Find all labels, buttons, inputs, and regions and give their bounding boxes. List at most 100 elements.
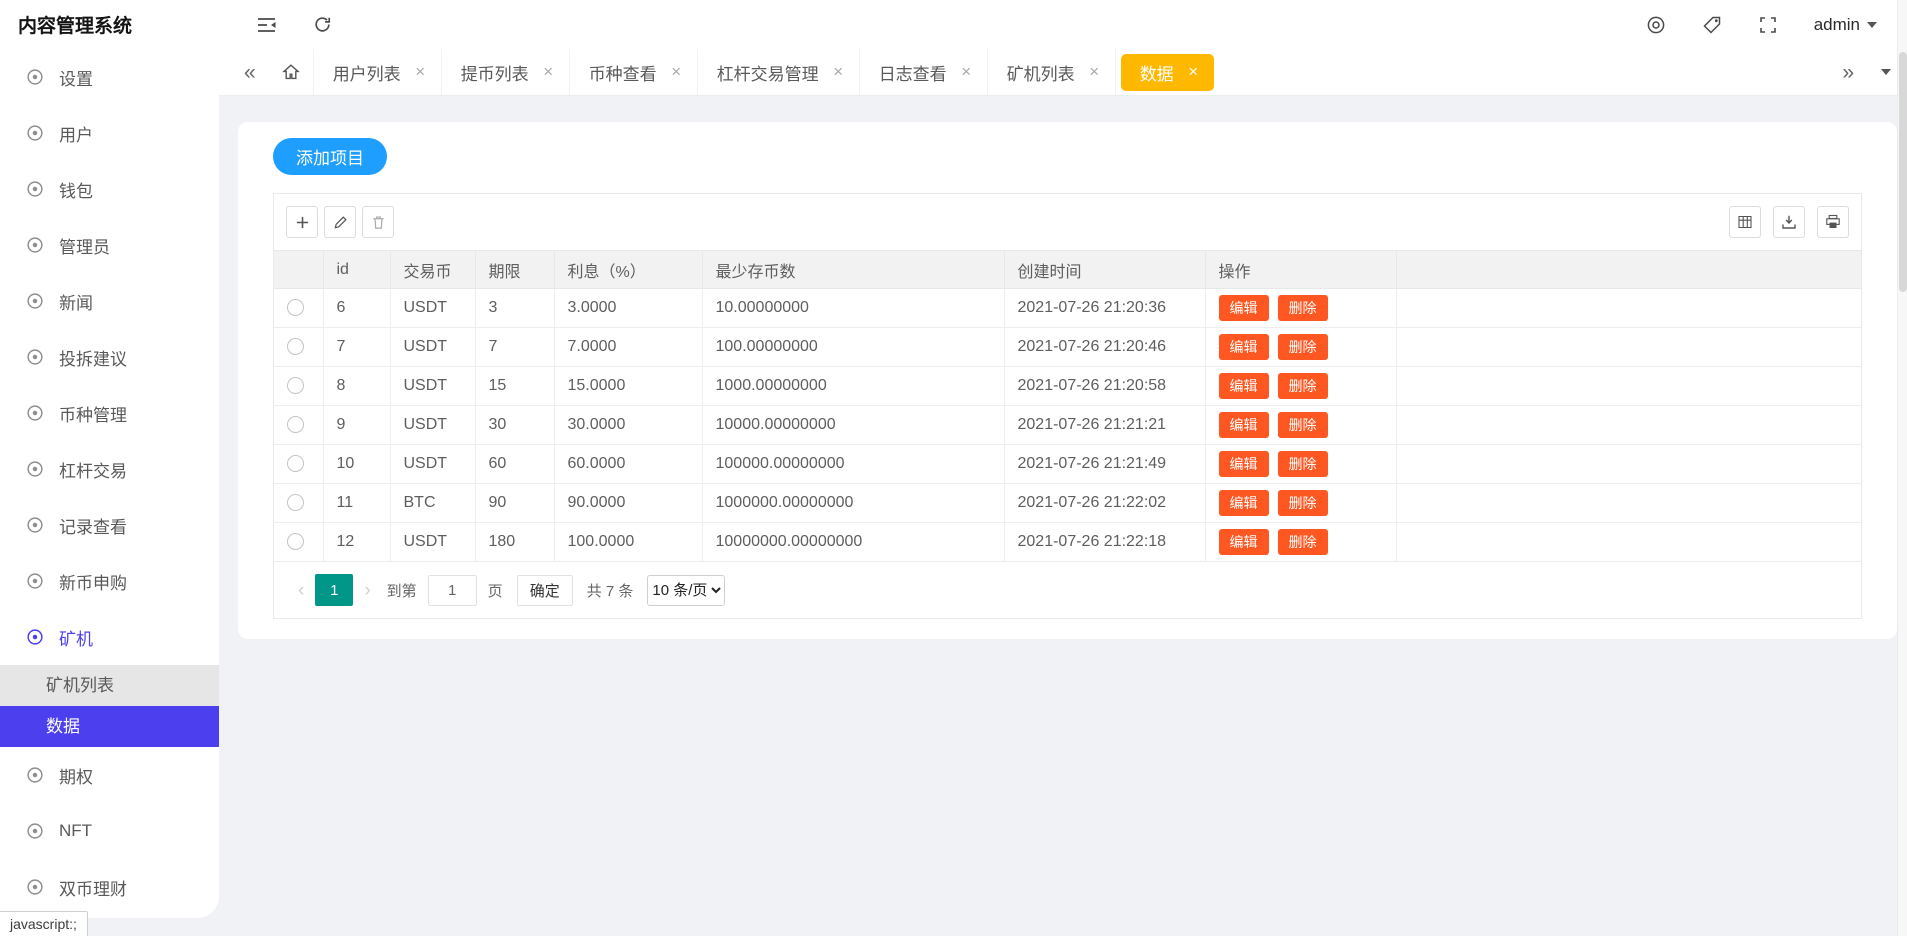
- delete-button[interactable]: 删除: [1278, 529, 1328, 555]
- add-row-button[interactable]: [286, 206, 318, 238]
- scrollbar[interactable]: [1897, 0, 1907, 936]
- edit-button[interactable]: 编辑: [1219, 490, 1269, 516]
- edit-row-button[interactable]: [324, 206, 356, 238]
- sidebar-item-label: 杠杆交易: [59, 457, 127, 482]
- tab-close-icon[interactable]: ×: [958, 64, 975, 81]
- filter-columns-button[interactable]: [1729, 206, 1761, 238]
- sidebar-item-new-coin-subscribe[interactable]: 新币申购: [0, 553, 219, 609]
- sidebar-item-settings[interactable]: 设置: [0, 49, 219, 105]
- delete-row-button[interactable]: [362, 206, 394, 238]
- sidebar-item-wallet[interactable]: 钱包: [0, 161, 219, 217]
- row-radio[interactable]: [287, 377, 304, 394]
- row-radio[interactable]: [287, 338, 304, 355]
- sidebar-item-feedback[interactable]: 投拆建议: [0, 329, 219, 385]
- sidebar-item-users[interactable]: 用户: [0, 105, 219, 161]
- table-header-created: 创建时间: [1004, 251, 1205, 289]
- tabs-scroll-right-icon[interactable]: »: [1829, 62, 1867, 83]
- add-project-button[interactable]: 添加项目: [273, 138, 387, 175]
- tab-close-icon[interactable]: ×: [668, 64, 685, 81]
- fullscreen-icon[interactable]: [1758, 15, 1778, 35]
- tabs-scroll-left-icon[interactable]: «: [231, 62, 269, 83]
- sidebar-item-coin-manage[interactable]: 币种管理: [0, 385, 219, 441]
- edit-button[interactable]: 编辑: [1219, 412, 1269, 438]
- edit-button[interactable]: 编辑: [1219, 373, 1269, 399]
- sidebar-item-label: 新闻: [59, 289, 93, 314]
- export-button[interactable]: [1773, 206, 1805, 238]
- tab-coin-view[interactable]: 币种查看×: [570, 49, 698, 95]
- delete-button[interactable]: 删除: [1278, 373, 1328, 399]
- prev-page-icon[interactable]: ‹: [287, 581, 315, 600]
- sidebar-item-admins[interactable]: 管理员: [0, 217, 219, 273]
- cell-interest: 30.0000: [554, 406, 702, 445]
- sidebar-item-leverage-trade[interactable]: 杠杆交易: [0, 441, 219, 497]
- cell-id: 6: [323, 289, 390, 328]
- sidebar-item-miner[interactable]: 矿机: [0, 609, 219, 665]
- delete-button[interactable]: 删除: [1278, 451, 1328, 477]
- next-page-icon[interactable]: ›: [353, 581, 381, 600]
- cell-interest: 60.0000: [554, 445, 702, 484]
- tab-close-icon[interactable]: ×: [1185, 64, 1202, 81]
- refresh-icon[interactable]: [313, 15, 332, 34]
- tab-leverage-manage[interactable]: 杠杆交易管理×: [698, 49, 860, 95]
- table-block: id交易币期限利息（%）最少存币数创建时间操作 6USDT33.000010.0…: [273, 193, 1862, 619]
- row-radio[interactable]: [287, 533, 304, 550]
- sidebar-item-nft[interactable]: NFT: [0, 803, 219, 859]
- edit-button[interactable]: 编辑: [1219, 334, 1269, 360]
- tab-close-icon[interactable]: ×: [830, 64, 847, 81]
- scrollbar-thumb[interactable]: [1899, 52, 1907, 292]
- cell-term: 15: [475, 367, 554, 406]
- total-count-label: 共 7 条: [587, 580, 634, 601]
- sidebar-item-options[interactable]: 期权: [0, 747, 219, 803]
- row-radio[interactable]: [287, 416, 304, 433]
- current-page-button[interactable]: 1: [315, 574, 353, 606]
- tab-close-icon[interactable]: ×: [412, 64, 429, 81]
- delete-button[interactable]: 删除: [1278, 490, 1328, 516]
- options-icon: [26, 766, 45, 784]
- confirm-page-button[interactable]: 确定: [517, 575, 573, 606]
- row-radio[interactable]: [287, 494, 304, 511]
- home-tab[interactable]: [269, 49, 314, 95]
- cell-actions: 编辑删除: [1205, 367, 1396, 406]
- edit-button[interactable]: 编辑: [1219, 295, 1269, 321]
- tab-withdraw-list[interactable]: 提币列表×: [442, 49, 570, 95]
- caret-down-icon: [1867, 22, 1877, 28]
- tab-close-icon[interactable]: ×: [540, 64, 557, 81]
- goto-page-input[interactable]: [428, 575, 477, 606]
- print-button[interactable]: [1817, 206, 1849, 238]
- theme-icon[interactable]: [1646, 15, 1666, 35]
- sidebar-item-record-view[interactable]: 记录查看: [0, 497, 219, 553]
- cell-term: 180: [475, 523, 554, 562]
- tab-users-list[interactable]: 用户列表×: [314, 49, 442, 95]
- sidebar-item-news[interactable]: 新闻: [0, 273, 219, 329]
- tab-log-view[interactable]: 日志查看×: [860, 49, 988, 95]
- users-icon: [26, 124, 45, 142]
- tabs-menu-icon[interactable]: [1881, 69, 1891, 75]
- cell-min-deposit: 10000.00000000: [702, 406, 1004, 445]
- coin-icon: [26, 404, 45, 422]
- tag-icon[interactable]: [1702, 15, 1722, 35]
- cell-actions: 编辑删除: [1205, 484, 1396, 523]
- page-size-select[interactable]: 10 条/页: [647, 575, 725, 606]
- sidebar-subitem-miner-list[interactable]: 矿机列表: [0, 665, 219, 706]
- sidebar-item-dual-coin-finance[interactable]: 双币理财: [0, 859, 219, 915]
- cell-id: 9: [323, 406, 390, 445]
- delete-button[interactable]: 删除: [1278, 412, 1328, 438]
- user-menu[interactable]: admin: [1814, 15, 1877, 35]
- cell-interest: 15.0000: [554, 367, 702, 406]
- delete-button[interactable]: 删除: [1278, 334, 1328, 360]
- row-radio[interactable]: [287, 455, 304, 472]
- edit-button[interactable]: 编辑: [1219, 451, 1269, 477]
- row-radio[interactable]: [287, 299, 304, 316]
- cell-actions: 编辑删除: [1205, 328, 1396, 367]
- table-toolbar: [274, 194, 1861, 250]
- collapse-sidebar-icon[interactable]: [256, 16, 277, 34]
- delete-button[interactable]: 删除: [1278, 295, 1328, 321]
- sidebar-subitem-miner-data[interactable]: 数据: [0, 706, 219, 747]
- tab-close-icon[interactable]: ×: [1086, 64, 1103, 81]
- cell-coin: USDT: [390, 367, 475, 406]
- cell-created: 2021-07-26 21:21:49: [1004, 445, 1205, 484]
- tab-data[interactable]: 数据×: [1121, 54, 1214, 91]
- tab-miner-list[interactable]: 矿机列表×: [988, 49, 1116, 95]
- edit-button[interactable]: 编辑: [1219, 529, 1269, 555]
- miner-icon: [26, 628, 45, 646]
